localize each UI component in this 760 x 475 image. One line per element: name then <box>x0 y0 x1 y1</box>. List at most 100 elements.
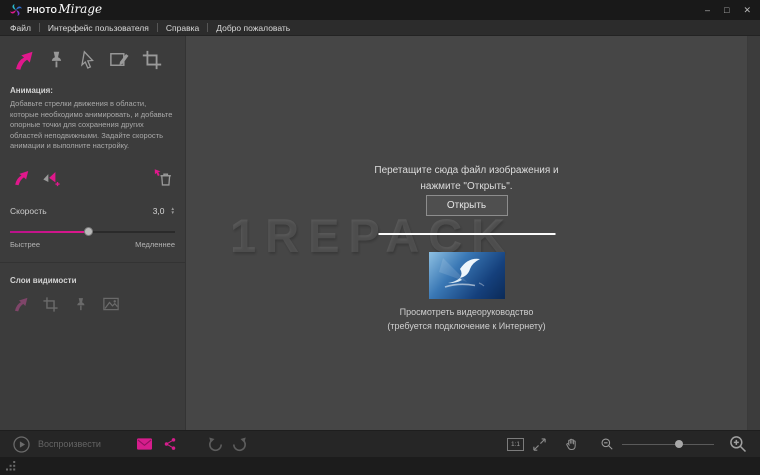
app-window: PHOTO Mirage – □ ✕ Файл Интерфейс пользо… <box>0 0 760 475</box>
actual-size-button[interactable]: 1:1 <box>507 437 524 451</box>
undo-button[interactable] <box>207 436 224 453</box>
zoom-in-button[interactable] <box>728 434 748 454</box>
play-icon <box>13 435 30 453</box>
window-controls: – □ ✕ <box>705 5 751 15</box>
anchor-layer-icon <box>77 297 85 310</box>
fit-screen-icon <box>533 437 546 451</box>
brand-photo-text: PHOTO <box>27 5 58 15</box>
tutorial-caption-line1: Просмотреть видеоруководство <box>399 307 534 317</box>
fit-to-screen-button[interactable] <box>532 437 547 452</box>
crop-icon <box>142 50 161 69</box>
menu-help[interactable]: Справка <box>164 23 201 33</box>
menubar: Файл Интерфейс пользователя Справка Добр… <box>0 20 760 36</box>
animation-section-title: Анимация: <box>10 86 53 95</box>
duplicate-arrow-tool[interactable] <box>38 166 61 189</box>
faster-label: Быстрее <box>10 239 41 249</box>
redo-icon <box>232 437 246 451</box>
maximize-button[interactable]: □ <box>724 5 729 15</box>
tutorial-video-thumbnail[interactable] <box>428 252 505 299</box>
trash-arrow-icon <box>154 168 171 186</box>
animation-description: Добавьте стрелки движения в области, кот… <box>10 99 173 150</box>
motion-arrow-icon <box>15 51 32 70</box>
share-nodes-icon <box>164 438 176 450</box>
delete-arrows-button[interactable] <box>152 166 175 189</box>
anchor-pin-icon <box>51 51 61 67</box>
canvas-drop-zone[interactable]: 1REPACK Перетащите сюда файл изображения… <box>186 36 747 430</box>
menu-separator <box>207 23 209 32</box>
titlebar: PHOTO Mirage – □ ✕ <box>0 0 760 20</box>
speed-slider-thumb[interactable] <box>83 226 93 236</box>
add-arrow-tool[interactable] <box>10 166 33 189</box>
speed-row: Скорость 3,0 ▲ ▼ <box>10 206 175 216</box>
tutorial-caption-line2: (требуется подключение к Интернету) <box>387 320 546 331</box>
speed-value-input[interactable]: 3,0 <box>153 206 165 216</box>
slower-label: Медленнее <box>135 239 175 249</box>
mask-tool[interactable] <box>106 46 133 73</box>
select-tool[interactable] <box>74 46 101 73</box>
bottom-toolbar: Воспроизвести 1:1 <box>0 430 760 457</box>
visibility-layers-row <box>10 294 175 315</box>
play-control[interactable]: Воспроизвести <box>12 435 101 454</box>
brand-mirage-text: Mirage <box>58 2 103 16</box>
zoom-tools: 1:1 <box>507 434 748 454</box>
speed-slider-labels: Быстрее Медленнее <box>10 240 175 249</box>
speed-slider-fill <box>10 230 88 233</box>
menu-welcome[interactable]: Добро пожаловать <box>214 23 292 33</box>
image-visibility-toggle[interactable] <box>100 294 121 315</box>
arrows-visibility-toggle[interactable] <box>10 294 31 315</box>
email-share-button[interactable] <box>136 438 152 450</box>
close-button[interactable]: ✕ <box>743 5 751 15</box>
menu-user-interface[interactable]: Интерфейс пользователя <box>46 23 151 33</box>
hand-icon <box>566 438 576 450</box>
crop-visibility-toggle[interactable] <box>40 294 61 315</box>
pan-hand-button[interactable] <box>564 437 579 452</box>
visibility-layers-title: Слои видимости <box>10 275 77 285</box>
zoom-out-button[interactable] <box>600 437 614 451</box>
logo-swirl-icon <box>10 4 22 16</box>
zoom-in-icon <box>730 436 747 453</box>
app-logo: PHOTO Mirage <box>9 2 103 17</box>
left-tool-panel: Анимация: Добавьте стрелки движения в об… <box>0 36 186 430</box>
divider-line <box>378 233 555 235</box>
drop-instruction: Перетащите сюда файл изображения и нажми… <box>186 163 747 194</box>
undo-icon <box>208 437 222 451</box>
spinner-down-icon[interactable]: ▼ <box>171 210 175 215</box>
menu-separator <box>38 23 40 32</box>
social-share-button[interactable] <box>163 437 177 451</box>
drop-instruction-line1: Перетащите сюда файл изображения и <box>374 165 559 176</box>
duplicate-arrow-icon <box>42 172 60 187</box>
zoom-slider[interactable] <box>622 439 714 449</box>
speed-slider[interactable] <box>10 226 175 236</box>
anchors-visibility-toggle[interactable] <box>70 294 91 315</box>
open-button[interactable]: Открыть <box>425 195 508 216</box>
play-label: Воспроизвести <box>38 439 101 449</box>
statusbar <box>0 457 760 475</box>
diving-bird-image <box>438 258 484 288</box>
right-edge-strip <box>747 36 760 430</box>
zoom-slider-thumb[interactable] <box>675 440 684 448</box>
drop-instruction-line2: нажмите "Открыть". <box>420 180 513 192</box>
arrows-layer-icon <box>14 297 27 312</box>
cursor-arrow-icon <box>80 49 94 69</box>
tutorial-caption: Просмотреть видеоруководство (требуется … <box>186 306 747 333</box>
main-content: Анимация: Добавьте стрелки движения в об… <box>0 36 760 430</box>
zoom-out-icon <box>601 438 613 450</box>
image-layer-icon <box>102 297 119 311</box>
main-tools-row <box>10 46 175 73</box>
anchor-point-tool[interactable] <box>42 46 69 73</box>
menu-separator <box>156 23 158 32</box>
menu-file[interactable]: Файл <box>8 23 33 33</box>
minimize-button[interactable]: – <box>705 5 710 15</box>
mask-brush-icon <box>110 53 129 66</box>
animation-arrow-tool[interactable] <box>10 46 37 73</box>
panel-divider <box>0 261 185 263</box>
redo-button[interactable] <box>231 436 248 453</box>
resize-grip[interactable] <box>6 461 16 471</box>
arrow-actions-row <box>10 166 175 189</box>
add-arrow-icon <box>15 170 29 185</box>
crop-tool[interactable] <box>138 46 165 73</box>
crop-layer-icon <box>43 296 58 312</box>
speed-label: Скорость <box>10 205 47 216</box>
zoom-slider-track[interactable] <box>622 443 714 445</box>
envelope-icon <box>136 438 152 450</box>
